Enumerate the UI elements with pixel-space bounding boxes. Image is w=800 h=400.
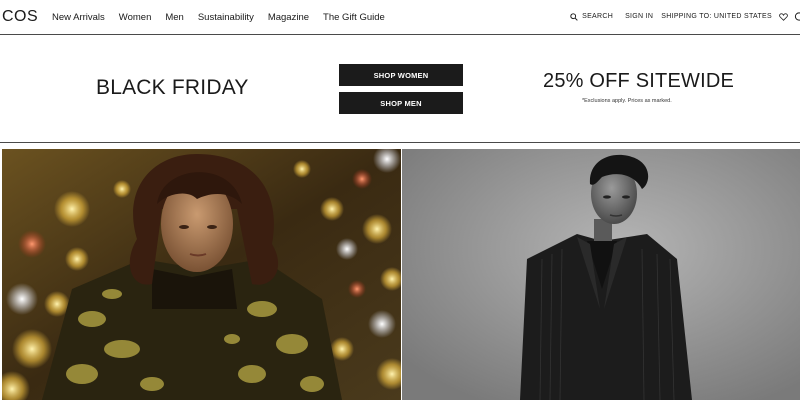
nav-item-women[interactable]: Women — [119, 12, 152, 23]
nav-item-gift-guide[interactable]: The Gift Guide — [323, 12, 385, 23]
shop-men-button[interactable]: SHOP MEN — [339, 92, 463, 114]
promo-title: BLACK FRIDAY — [96, 76, 249, 99]
nav-item-sustainability[interactable]: Sustainability — [198, 12, 254, 23]
site-header: COS New Arrivals Women Men Sustainabilit… — [0, 0, 800, 35]
main-nav: New Arrivals Women Men Sustainability Ma… — [52, 12, 399, 23]
search-icon — [570, 12, 578, 21]
hero-image-men[interactable] — [402, 149, 800, 400]
hero-image-women[interactable] — [2, 149, 401, 400]
sign-in-link[interactable]: SIGN IN — [625, 13, 653, 20]
logo[interactable]: COS — [2, 8, 38, 26]
nav-item-men[interactable]: Men — [165, 12, 183, 23]
wishlist-button[interactable] — [779, 12, 788, 21]
shipping-selector[interactable]: SHIPPING TO: UNITED STATES — [661, 13, 772, 20]
utility-nav: SEARCH SIGN IN SHIPPING TO: UNITED STATE… — [570, 12, 800, 21]
heart-icon — [779, 12, 788, 21]
black-friday-promo: BLACK FRIDAY SHOP WOMEN SHOP MEN 25% OFF… — [0, 36, 800, 143]
search-button[interactable]: SEARCH — [570, 12, 614, 21]
nav-item-new-arrivals[interactable]: New Arrivals — [52, 12, 105, 23]
nav-item-magazine[interactable]: Magazine — [268, 12, 309, 23]
promo-offer: 25% OFF SITEWIDE — [543, 70, 735, 92]
bag-button[interactable] — [794, 12, 800, 21]
bag-icon — [794, 12, 800, 21]
promo-disclaimer: *Exclusions apply. Prices as marked. — [582, 98, 672, 104]
hero-men-photo — [402, 149, 800, 400]
hero-women-photo — [2, 149, 401, 400]
search-label: SEARCH — [582, 13, 614, 20]
shop-women-button[interactable]: SHOP WOMEN — [339, 64, 463, 86]
